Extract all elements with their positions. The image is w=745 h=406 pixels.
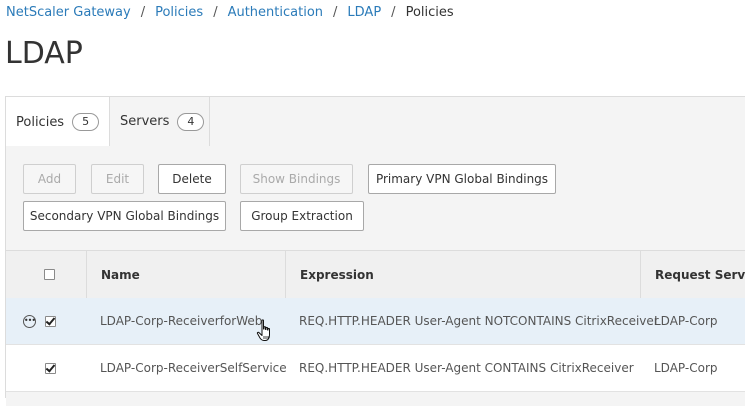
tab-policies[interactable]: Policies 5 xyxy=(6,97,110,147)
secondary-vpn-global-bindings-button[interactable]: Secondary VPN Global Bindings xyxy=(23,201,226,231)
row-checkbox-cell xyxy=(45,298,56,344)
more-options-icon[interactable]: ••• xyxy=(23,314,36,328)
select-all-cell xyxy=(44,251,64,298)
policy-request-server: LDAP-Corp xyxy=(654,314,718,328)
tab-bar: Policies 5 Servers 4 xyxy=(6,97,745,147)
delete-button[interactable]: Delete xyxy=(158,164,226,194)
column-header-name[interactable]: Name xyxy=(86,251,285,298)
breadcrumb-current: Policies xyxy=(405,5,454,20)
row-checkbox[interactable] xyxy=(45,362,56,374)
table-row[interactable]: LDAP-Corp-ReceiverSelfService REQ.HTTP.H… xyxy=(6,345,745,392)
policy-name[interactable]: LDAP-Corp-ReceiverforWeb xyxy=(100,298,262,344)
policy-request-server: LDAP-Corp xyxy=(654,361,718,375)
tab-servers[interactable]: Servers 4 xyxy=(110,97,210,146)
tab-policies-count: 5 xyxy=(72,113,100,131)
page-title: LDAP xyxy=(5,36,83,71)
tab-servers-label: Servers xyxy=(120,114,170,129)
table-row[interactable]: ••• LDAP-Corp-ReceiverforWeb REQ.HTTP.HE… xyxy=(6,298,745,345)
tab-servers-count: 4 xyxy=(177,112,205,131)
breadcrumb-policies[interactable]: Policies xyxy=(155,5,203,20)
column-header-expression[interactable]: Expression xyxy=(285,251,640,298)
breadcrumb-separator: / xyxy=(391,5,396,20)
row-checkbox[interactable] xyxy=(45,315,56,327)
breadcrumb-authentication[interactable]: Authentication xyxy=(228,5,323,20)
breadcrumb: NetScaler Gateway / Policies / Authentic… xyxy=(6,5,454,20)
table-header: Name Expression Request Server xyxy=(6,250,745,299)
policy-expression: REQ.HTTP.HEADER User-Agent NOTCONTAINS C… xyxy=(299,314,659,328)
hand-pointer-icon xyxy=(256,319,270,341)
row-actions-cell: ••• xyxy=(23,298,36,344)
policies-panel: Policies 5 Servers 4 Add Edit Delete Sho… xyxy=(5,96,745,406)
add-button[interactable]: Add xyxy=(23,164,76,194)
group-extraction-button[interactable]: Group Extraction xyxy=(240,201,364,231)
primary-vpn-global-bindings-button[interactable]: Primary VPN Global Bindings xyxy=(368,164,556,194)
show-bindings-button[interactable]: Show Bindings xyxy=(240,164,353,194)
breadcrumb-separator: / xyxy=(140,5,146,20)
select-all-checkbox[interactable] xyxy=(44,269,55,280)
column-header-request-server[interactable]: Request Server xyxy=(640,251,745,298)
breadcrumb-ldap[interactable]: LDAP xyxy=(347,5,381,20)
breadcrumb-netscaler-gateway[interactable]: NetScaler Gateway xyxy=(6,5,131,20)
tab-policies-label: Policies xyxy=(16,114,65,130)
row-checkbox-cell xyxy=(45,345,56,391)
policy-expression: REQ.HTTP.HEADER User-Agent CONTAINS Citr… xyxy=(299,361,634,375)
edit-button[interactable]: Edit xyxy=(91,164,144,194)
breadcrumb-separator: / xyxy=(333,5,338,20)
breadcrumb-separator: / xyxy=(213,5,218,20)
policy-name[interactable]: LDAP-Corp-ReceiverSelfService xyxy=(100,345,287,391)
